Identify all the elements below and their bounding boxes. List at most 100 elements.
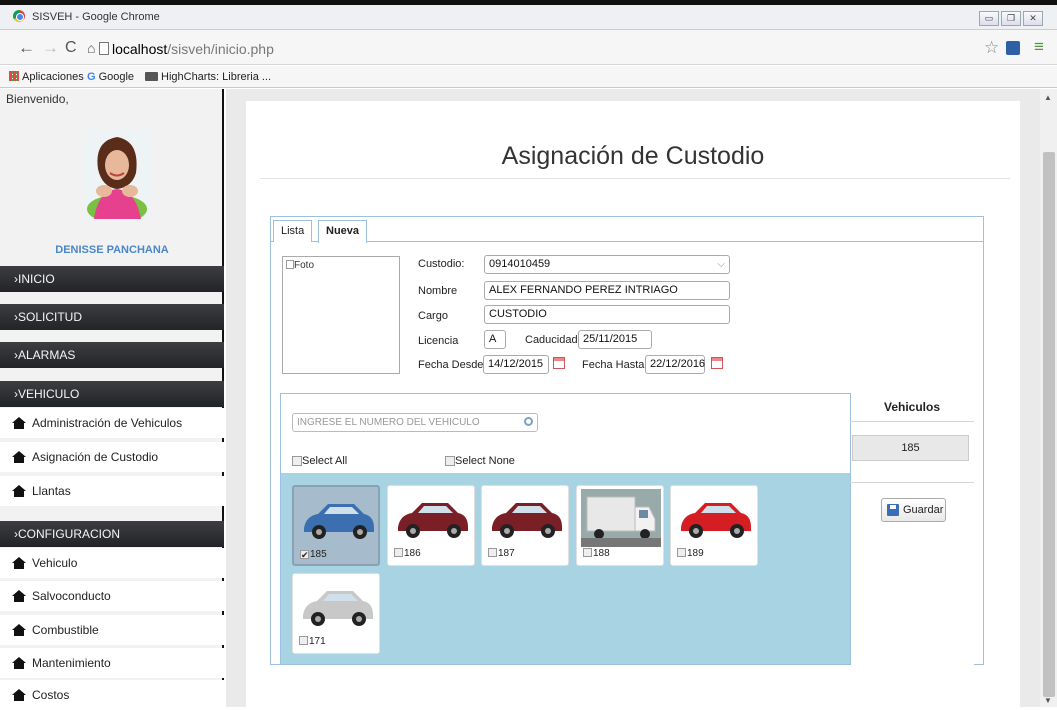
extension-icon[interactable] [1006, 41, 1020, 55]
home-icon [12, 485, 26, 497]
checkbox-box [394, 548, 403, 557]
broken-image-icon [286, 260, 294, 269]
tab-bar [271, 217, 983, 242]
vehicle-card-171[interactable]: 171 [292, 573, 380, 654]
sidebar-item-asignacion-custodio[interactable]: Asignación de Custodio [0, 442, 224, 472]
vehicle-checkbox[interactable]: 186 [394, 548, 421, 560]
menu-section-inicio[interactable]: ›INICIO [0, 266, 224, 292]
licencia-label: Licencia [418, 335, 459, 347]
home-icon [12, 689, 26, 701]
floppy-disk-icon [887, 504, 899, 516]
tab-lista[interactable]: Lista [273, 220, 313, 242]
menu-section-alarmas[interactable]: ›ALARMAS [0, 342, 224, 368]
caducidad-field[interactable]: 25/11/2015 [578, 330, 652, 349]
vehicle-checkbox[interactable]: 187 [488, 548, 515, 560]
vehicle-number: 171 [309, 636, 326, 647]
custodio-label: Custodio: [418, 258, 465, 270]
fecha-desde-field[interactable]: 14/12/2015 [483, 355, 549, 374]
window-title: SISVEH - Google Chrome [32, 11, 160, 23]
bookmark-aplicaciones[interactable]: Aplicaciones [9, 70, 84, 84]
url-host: localhost [112, 41, 168, 57]
close-window-button[interactable]: ✕ [1023, 11, 1043, 26]
vehicle-card-187[interactable]: 187 [481, 485, 569, 566]
minimize-button[interactable]: ▭ [979, 11, 999, 26]
checkbox-box [583, 548, 592, 557]
vehicle-photo [486, 489, 566, 547]
home-icon [12, 557, 26, 569]
cargo-field[interactable]: CUSTODIO [484, 305, 730, 324]
scroll-up-icon[interactable]: ▲ [1044, 93, 1052, 102]
fecha-hasta-label: Fecha Hasta: [582, 359, 648, 371]
vehicle-checkbox[interactable]: 189 [677, 548, 704, 560]
vehicle-card-185[interactable]: ✔ 185 [292, 485, 380, 566]
nombre-label: Nombre [418, 285, 458, 297]
vehicle-number: 186 [404, 548, 421, 559]
photo-placeholder: Foto [282, 256, 400, 374]
bookmark-label: Aplicaciones [22, 71, 84, 83]
vehicle-number: 189 [687, 548, 704, 559]
forward-arrow-icon[interactable]: → [42, 38, 59, 58]
maximize-button[interactable]: ❐ [1001, 11, 1021, 26]
selected-vehicle-item[interactable]: 185 [852, 435, 969, 461]
sidebar-item-mantenimiento[interactable]: Mantenimiento [0, 648, 224, 678]
sidebar-item-llantas[interactable]: Llantas [0, 476, 224, 506]
vehicle-card-189[interactable]: 189 [670, 485, 758, 566]
avatar [84, 129, 151, 219]
fecha-hasta-field[interactable]: 22/12/2016 [645, 355, 705, 374]
sidebar-item-administracion-vehiculos[interactable]: Administración de Vehiculos [0, 408, 224, 438]
scrollbar-thumb[interactable] [1043, 152, 1055, 697]
checkbox-box [488, 548, 497, 557]
caducidad-label: Caducidad [525, 334, 578, 346]
home-icon[interactable]: ⌂ [87, 38, 95, 58]
title-divider [260, 178, 1010, 179]
save-button[interactable]: Guardar [881, 498, 946, 522]
menu-section-configuracion[interactable]: ›CONFIGURACION [0, 521, 224, 547]
apps-grid-icon [9, 71, 19, 81]
select-none-checkbox[interactable]: Select None [445, 455, 515, 467]
search-icon[interactable] [524, 417, 533, 426]
custodio-select[interactable]: 0914010459 ⌵ [484, 255, 730, 274]
nombre-field[interactable]: ALEX FERNANDO PEREZ INTRIAGO [484, 281, 730, 300]
select-all-checkbox[interactable]: Select All [292, 455, 347, 467]
vehicle-search-input[interactable]: INGRESE EL NUMERO DEL VEHICULO [292, 413, 538, 432]
sidebar-item-salvoconducto[interactable]: Salvoconducto [0, 581, 224, 611]
custodio-value: 0914010459 [489, 258, 551, 270]
tab-nueva[interactable]: Nueva [318, 220, 368, 243]
vehicle-checkbox[interactable]: 188 [583, 548, 610, 560]
menu-section-vehiculo[interactable]: ›VEHICULO [0, 381, 224, 407]
vehicle-photo [581, 489, 661, 547]
checkbox-box [292, 456, 302, 467]
address-bar[interactable]: localhost/sisveh/inicio.php [112, 38, 292, 60]
user-name: DENISSE PANCHANA [55, 244, 169, 256]
vehicle-card-188[interactable]: 188 [576, 485, 664, 566]
calendar-icon[interactable] [711, 357, 723, 369]
menu-section-solicitud[interactable]: ›SOLICITUD [0, 304, 224, 330]
selected-vehicles-panel [850, 393, 974, 665]
licencia-field[interactable]: A [484, 330, 506, 349]
bookmark-google[interactable]: G Google [87, 70, 134, 84]
vehicle-card-186[interactable]: 186 [387, 485, 475, 566]
google-g-icon: G [87, 71, 96, 83]
sidebar-item-costos[interactable]: Costos [0, 680, 224, 707]
menu-icon[interactable]: ≡ [1034, 37, 1044, 57]
vehicle-photo [392, 489, 472, 547]
vehicle-photo [297, 577, 377, 635]
scroll-down-icon[interactable]: ▼ [1044, 696, 1052, 705]
vehicle-photo [675, 489, 755, 547]
vehicle-checkbox[interactable]: ✔ 185 [300, 549, 327, 561]
sidebar-item-combustible[interactable]: Combustible [0, 615, 224, 645]
checkbox-box [445, 456, 455, 467]
sidebar-item-vehiculo[interactable]: Vehiculo [0, 548, 224, 578]
sidebar-item-label: Mantenimiento [32, 656, 111, 670]
page-title: Asignación de Custodio [501, 142, 765, 170]
home-icon [12, 657, 26, 669]
vehicle-checkbox[interactable]: 171 [299, 636, 326, 648]
bookmark-highcharts[interactable]: HighCharts: Libreria ... [145, 70, 271, 84]
folder-icon [145, 72, 158, 81]
sidebar-item-label: Llantas [32, 484, 71, 498]
back-arrow-icon[interactable]: ← [18, 38, 35, 58]
star-bookmark-icon[interactable]: ☆ [984, 38, 999, 58]
calendar-icon[interactable] [553, 357, 565, 369]
bookmark-label: Google [98, 71, 135, 83]
reload-icon[interactable]: C [65, 38, 77, 58]
